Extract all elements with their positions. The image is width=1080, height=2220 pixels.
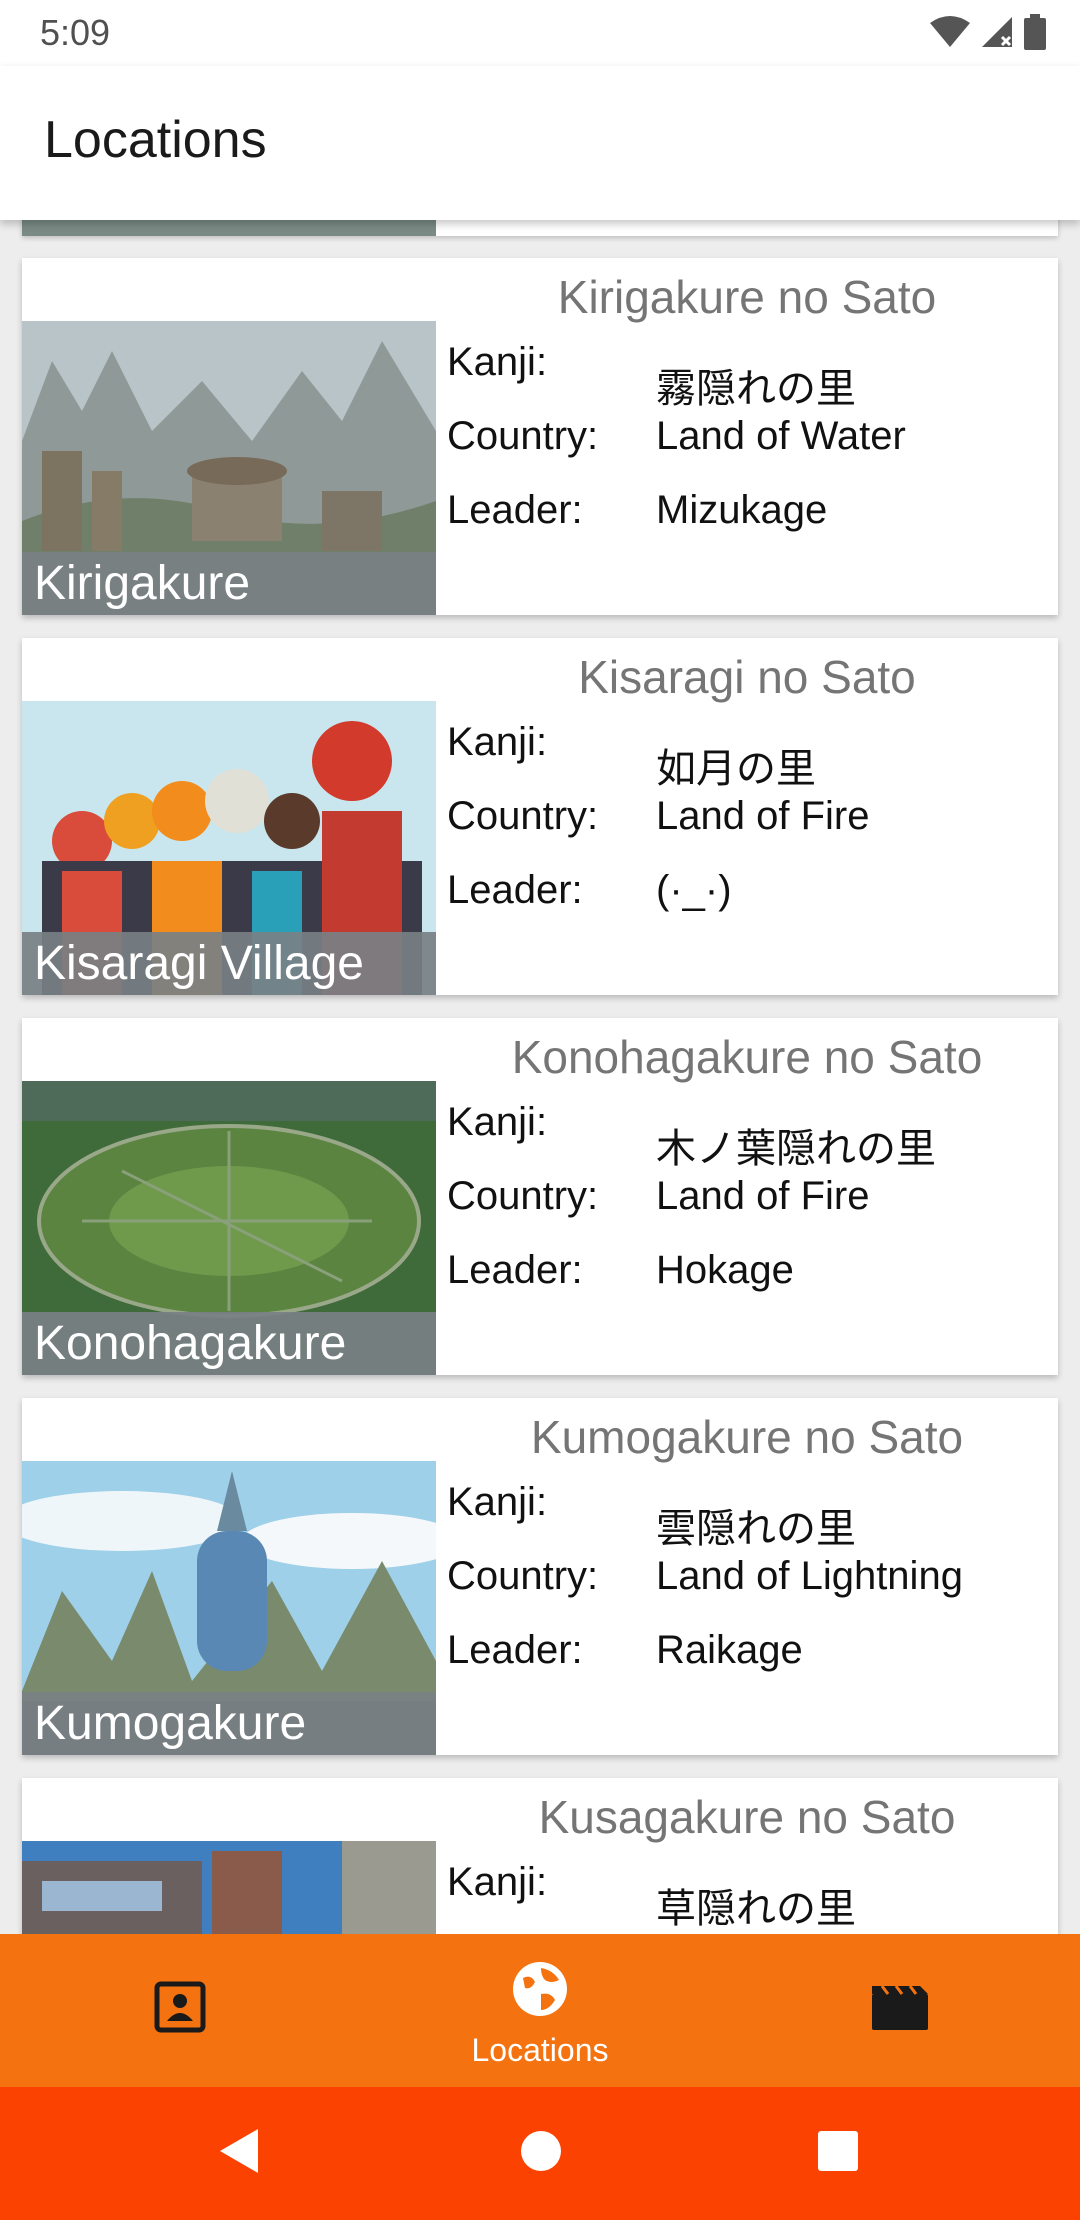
battery-icon <box>1024 14 1046 50</box>
leader-label: Leader: <box>447 1628 583 1672</box>
bottom-navigation: Locations <box>0 1934 1080 2087</box>
country-label: Country: <box>447 1554 599 1598</box>
location-title: Konohagakure no Sato <box>511 1031 983 1083</box>
leader-label: Leader: <box>447 868 583 912</box>
location-card-kirigakure[interactable]: Kirigakure no Sato Kirigakure Kanji: 霧隠れ… <box>22 258 1058 615</box>
country-value: Land of Water <box>656 414 906 458</box>
location-card-konohagakure[interactable]: Konohagakure no Sato Konohagakure Kanji:… <box>22 1018 1058 1375</box>
country-label: Country: <box>447 414 599 458</box>
leader-value: Hokage <box>656 1248 794 1292</box>
country-value: Land of Fire <box>656 1174 870 1218</box>
leader-value: Raikage <box>656 1628 803 1672</box>
leader-label: Leader: <box>447 488 583 532</box>
locations-list[interactable]: Kirigakure no Sato Kirigakure Kanji: 霧隠れ… <box>0 220 1080 1934</box>
location-title: Kirigakure no Sato <box>557 271 937 323</box>
cell-signal-icon <box>982 17 1012 47</box>
location-image: Kisaragi Village <box>22 701 436 995</box>
globe-icon <box>513 1962 567 2016</box>
partial-card[interactable] <box>22 220 1058 236</box>
country-value: Land of Fire <box>656 794 870 838</box>
nav-item-movies[interactable] <box>720 1934 1080 2087</box>
country-label: Country: <box>447 1174 599 1218</box>
location-card-kumogakure[interactable]: Kumogakure no Sato Kumogakure Kanji: 雲隠れ… <box>22 1398 1058 1755</box>
app-bar: Locations <box>0 66 1080 220</box>
leader-value: (·_·) <box>656 868 732 912</box>
status-bar: 5:09 <box>0 0 1080 66</box>
location-card-kisaragi[interactable]: Kisaragi no Sato Kisaragi Village Kanji:… <box>22 638 1058 995</box>
location-image <box>22 1841 436 1934</box>
image-caption: Kisaragi Village <box>22 932 436 995</box>
page-title: Locations <box>44 111 267 169</box>
portrait-icon <box>154 1981 206 2033</box>
image-caption: Kumogakure <box>22 1692 436 1755</box>
location-image: Konohagakure <box>22 1081 436 1375</box>
nav-item-characters[interactable] <box>0 1934 360 2087</box>
kanji-value: 如月の里 <box>656 747 816 791</box>
country-label: Country: <box>447 794 599 838</box>
back-icon[interactable] <box>218 2127 260 2175</box>
nav-label: Locations <box>471 2032 609 2068</box>
location-title: Kumogakure no Sato <box>530 1411 964 1463</box>
leader-label: Leader: <box>447 1248 583 1292</box>
location-title: Kusagakure no Sato <box>538 1791 956 1843</box>
location-title: Kisaragi no Sato <box>578 651 916 703</box>
system-navigation-bar <box>0 2087 1080 2220</box>
leader-value: Mizukage <box>656 488 828 532</box>
kanji-label: Kanji: <box>447 720 548 764</box>
image-caption: Kirigakure <box>22 552 436 615</box>
image-caption: Konohagakure <box>22 1312 436 1375</box>
kanji-value: 雲隠れの里 <box>656 1507 856 1551</box>
location-image: Kumogakure <box>22 1461 436 1755</box>
country-value: Land of Lightning <box>656 1554 963 1598</box>
partial-card-image <box>22 220 436 236</box>
kanji-label: Kanji: <box>447 1100 548 1144</box>
clapperboard-icon <box>872 1985 928 2030</box>
kanji-value: 霧隠れの里 <box>656 367 856 411</box>
kanji-value: 草隠れの里 <box>656 1887 856 1931</box>
location-image: Kirigakure <box>22 321 436 615</box>
home-icon[interactable] <box>520 2127 562 2175</box>
recents-icon[interactable] <box>816 2127 860 2175</box>
status-icons <box>930 14 1046 50</box>
kanji-label: Kanji: <box>447 340 548 384</box>
status-time: 5:09 <box>40 12 111 53</box>
wifi-icon <box>930 16 970 47</box>
kanji-value: 木ノ葉隠れの里 <box>656 1127 936 1171</box>
kanji-label: Kanji: <box>447 1480 548 1524</box>
nav-item-locations[interactable]: Locations <box>360 1934 720 2087</box>
location-card-kusagakure[interactable]: Kusagakure no Sato Kanji: 草隠れの里 <box>22 1778 1058 1934</box>
kanji-label: Kanji: <box>447 1860 548 1904</box>
